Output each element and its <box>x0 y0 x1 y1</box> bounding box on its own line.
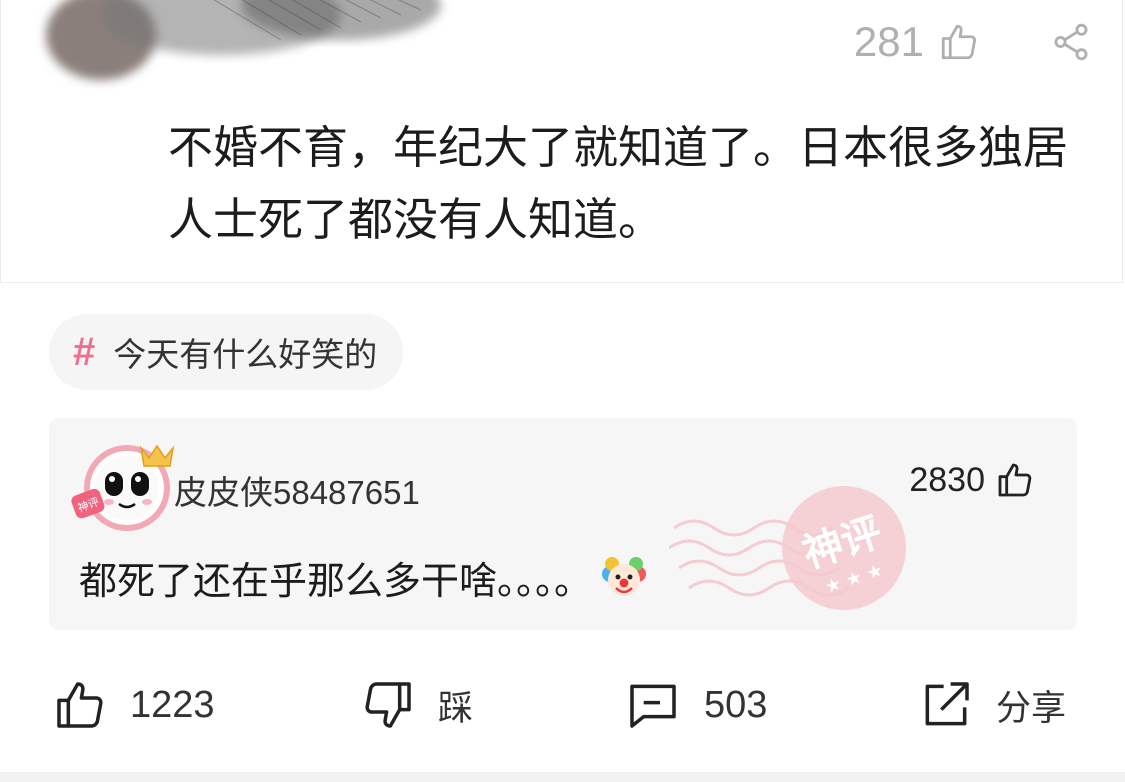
commenter-avatar[interactable]: 神评 <box>69 432 179 532</box>
post-card: 281 不婚不育，年纪大了就知道了。日本很多独居人士死了都没有人知道。 <box>0 0 1123 283</box>
hashtag-icon: # <box>73 329 96 374</box>
post-actions: 281 <box>854 18 1092 66</box>
section-divider <box>0 772 1125 782</box>
commenter-username[interactable]: 皮皮侠58487651 <box>174 466 420 514</box>
like-count: 1223 <box>130 683 215 726</box>
share-label: 分享 <box>996 688 1067 729</box>
comment-text: 都死了还在乎那么多干啥。。。。 <box>79 559 593 603</box>
hot-comment[interactable]: 神评 ★ ★ ★ 神评 皮皮侠58487651 2830 都死了还在乎那么多干啥… <box>49 418 1077 630</box>
comment-icon <box>630 684 676 728</box>
post-like-count: 281 <box>853 18 924 65</box>
like-button[interactable]: 1223 <box>52 660 215 750</box>
thumbs-up-icon[interactable] <box>938 21 980 63</box>
post-image-blurred <box>46 0 441 80</box>
comment-like[interactable]: 2830 <box>909 460 1035 500</box>
post-text: 不婚不育，年纪大了就知道了。日本很多独居人士死了都没有人知道。 <box>168 121 1069 246</box>
thumbs-up-icon <box>57 682 103 728</box>
dislike-button[interactable]: 踩 <box>360 660 473 750</box>
share-button[interactable]: 分享 <box>918 660 1066 750</box>
thumbs-down-icon <box>365 682 411 728</box>
thumbs-up-icon[interactable] <box>995 460 1035 500</box>
topic-label: 今天有什么好笑的 <box>113 335 378 374</box>
comment-like-count: 2830 <box>909 460 985 499</box>
comment-button[interactable]: 503 <box>624 660 767 750</box>
comment-text-row: 都死了还在乎那么多干啥。。。。 <box>79 550 648 605</box>
comment-count: 503 <box>704 683 768 726</box>
clown-emoji-icon <box>602 556 647 596</box>
share-icon[interactable] <box>1050 21 1092 63</box>
dislike-label: 踩 <box>438 688 474 729</box>
topic-tag[interactable]: # 今天有什么好笑的 <box>49 314 404 390</box>
action-bar: 1223 踩 503 分享 <box>0 660 1125 750</box>
share-icon <box>925 682 969 726</box>
